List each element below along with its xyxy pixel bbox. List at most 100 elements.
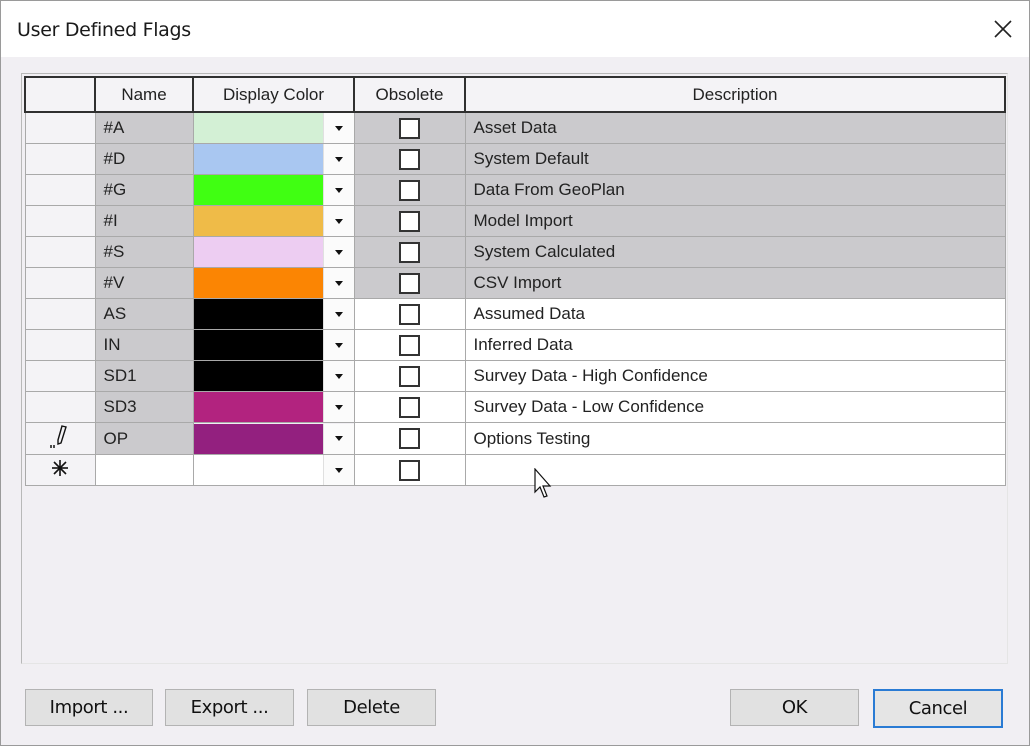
column-header-row-selector[interactable]: [24, 76, 96, 113]
display-color-cell[interactable]: [192, 454, 355, 486]
flag-name-cell[interactable]: #A: [94, 111, 194, 144]
table-row[interactable]: #G Data From GeoPlan: [24, 174, 1006, 206]
description-cell[interactable]: Asset Data: [464, 111, 1006, 144]
display-color-cell[interactable]: [192, 391, 355, 423]
display-color-cell[interactable]: [192, 143, 355, 175]
flag-name-cell[interactable]: #G: [94, 174, 194, 206]
table-row[interactable]: #A Asset Data: [24, 111, 1006, 144]
color-dropdown-button[interactable]: [322, 330, 354, 360]
table-row[interactable]: #I Model Import: [24, 205, 1006, 237]
color-picker[interactable]: [193, 113, 354, 143]
flag-name-cell[interactable]: AS: [94, 298, 194, 330]
obsolete-checkbox[interactable]: [399, 334, 420, 356]
color-picker[interactable]: [193, 330, 354, 360]
row-selector[interactable]: [24, 422, 96, 455]
color-swatch[interactable]: [193, 455, 323, 485]
ok-button[interactable]: OK: [730, 689, 859, 726]
color-swatch[interactable]: [193, 299, 323, 329]
new-row[interactable]: [24, 454, 1006, 486]
row-selector[interactable]: [24, 298, 96, 330]
obsolete-checkbox[interactable]: [399, 179, 420, 201]
table-row[interactable]: OP Options Testing: [24, 422, 1006, 455]
table-row[interactable]: SD3 Survey Data - Low Confidence: [24, 391, 1006, 423]
color-dropdown-button[interactable]: [322, 423, 354, 454]
color-dropdown-button[interactable]: [322, 268, 354, 298]
table-row[interactable]: #D System Default: [24, 143, 1006, 175]
color-picker[interactable]: [193, 392, 354, 422]
description-cell[interactable]: Options Testing: [464, 422, 1006, 455]
table-row[interactable]: SD1 Survey Data - High Confidence: [24, 360, 1006, 392]
color-dropdown-button[interactable]: [322, 455, 354, 485]
description-cell[interactable]: Survey Data - High Confidence: [464, 360, 1006, 392]
column-header-display-color[interactable]: Display Color: [192, 76, 355, 113]
display-color-cell[interactable]: [192, 267, 355, 299]
description-cell[interactable]: System Calculated: [464, 236, 1006, 268]
color-picker[interactable]: [193, 175, 354, 205]
row-selector[interactable]: [24, 174, 96, 206]
color-dropdown-button[interactable]: [322, 237, 354, 267]
table-row[interactable]: IN Inferred Data: [24, 329, 1006, 361]
display-color-cell[interactable]: [192, 111, 355, 144]
obsolete-checkbox[interactable]: [399, 148, 420, 170]
row-selector[interactable]: [24, 111, 96, 144]
color-picker[interactable]: [193, 237, 354, 267]
description-cell[interactable]: CSV Import: [464, 267, 1006, 299]
obsolete-checkbox[interactable]: [399, 210, 420, 232]
color-swatch[interactable]: [193, 206, 323, 236]
color-swatch[interactable]: [193, 423, 323, 454]
color-dropdown-button[interactable]: [322, 361, 354, 391]
color-picker[interactable]: [193, 206, 354, 236]
row-selector[interactable]: [24, 236, 96, 268]
obsolete-checkbox[interactable]: [399, 428, 420, 449]
color-picker[interactable]: [193, 455, 354, 485]
color-dropdown-button[interactable]: [322, 113, 354, 143]
column-header-description[interactable]: Description: [464, 76, 1006, 113]
table-row[interactable]: #V CSV Import: [24, 267, 1006, 299]
obsolete-checkbox[interactable]: [399, 396, 420, 418]
color-picker[interactable]: [193, 268, 354, 298]
obsolete-checkbox[interactable]: [399, 459, 420, 481]
row-selector[interactable]: [24, 391, 96, 423]
row-selector[interactable]: [24, 360, 96, 392]
color-dropdown-button[interactable]: [322, 206, 354, 236]
color-swatch[interactable]: [193, 330, 323, 360]
cancel-button[interactable]: Cancel: [873, 689, 1003, 728]
color-swatch[interactable]: [193, 361, 323, 391]
import-button[interactable]: Import ...: [25, 689, 153, 726]
row-selector[interactable]: [24, 454, 96, 486]
color-dropdown-button[interactable]: [322, 144, 354, 174]
flag-name-cell[interactable]: SD1: [94, 360, 194, 392]
table-row[interactable]: AS Assumed Data: [24, 298, 1006, 330]
color-swatch[interactable]: [193, 144, 323, 174]
column-header-obsolete[interactable]: Obsolete: [353, 76, 466, 113]
color-dropdown-button[interactable]: [322, 299, 354, 329]
color-picker[interactable]: [193, 144, 354, 174]
display-color-cell[interactable]: [192, 205, 355, 237]
flag-name-cell[interactable]: IN: [94, 329, 194, 361]
delete-button[interactable]: Delete: [307, 689, 436, 726]
obsolete-checkbox[interactable]: [399, 117, 420, 139]
column-header-name[interactable]: Name: [94, 76, 194, 113]
color-picker[interactable]: [193, 299, 354, 329]
close-button[interactable]: [981, 9, 1023, 49]
color-swatch[interactable]: [193, 268, 323, 298]
description-cell[interactable]: Survey Data - Low Confidence: [464, 391, 1006, 423]
color-swatch[interactable]: [193, 175, 323, 205]
table-row[interactable]: #S System Calculated: [24, 236, 1006, 268]
description-cell[interactable]: System Default: [464, 143, 1006, 175]
color-swatch[interactable]: [193, 392, 323, 422]
display-color-cell[interactable]: [192, 422, 355, 455]
flag-name-cell[interactable]: #I: [94, 205, 194, 237]
row-selector[interactable]: [24, 329, 96, 361]
obsolete-checkbox[interactable]: [399, 303, 420, 325]
color-dropdown-button[interactable]: [322, 392, 354, 422]
flag-name-cell[interactable]: #V: [94, 267, 194, 299]
row-selector[interactable]: [24, 143, 96, 175]
row-selector[interactable]: [24, 205, 96, 237]
flag-name-cell[interactable]: #S: [94, 236, 194, 268]
color-swatch[interactable]: [193, 237, 323, 267]
flag-name-cell[interactable]: OP: [94, 422, 194, 455]
color-picker[interactable]: [193, 361, 354, 391]
row-selector[interactable]: [24, 267, 96, 299]
export-button[interactable]: Export ...: [165, 689, 294, 726]
